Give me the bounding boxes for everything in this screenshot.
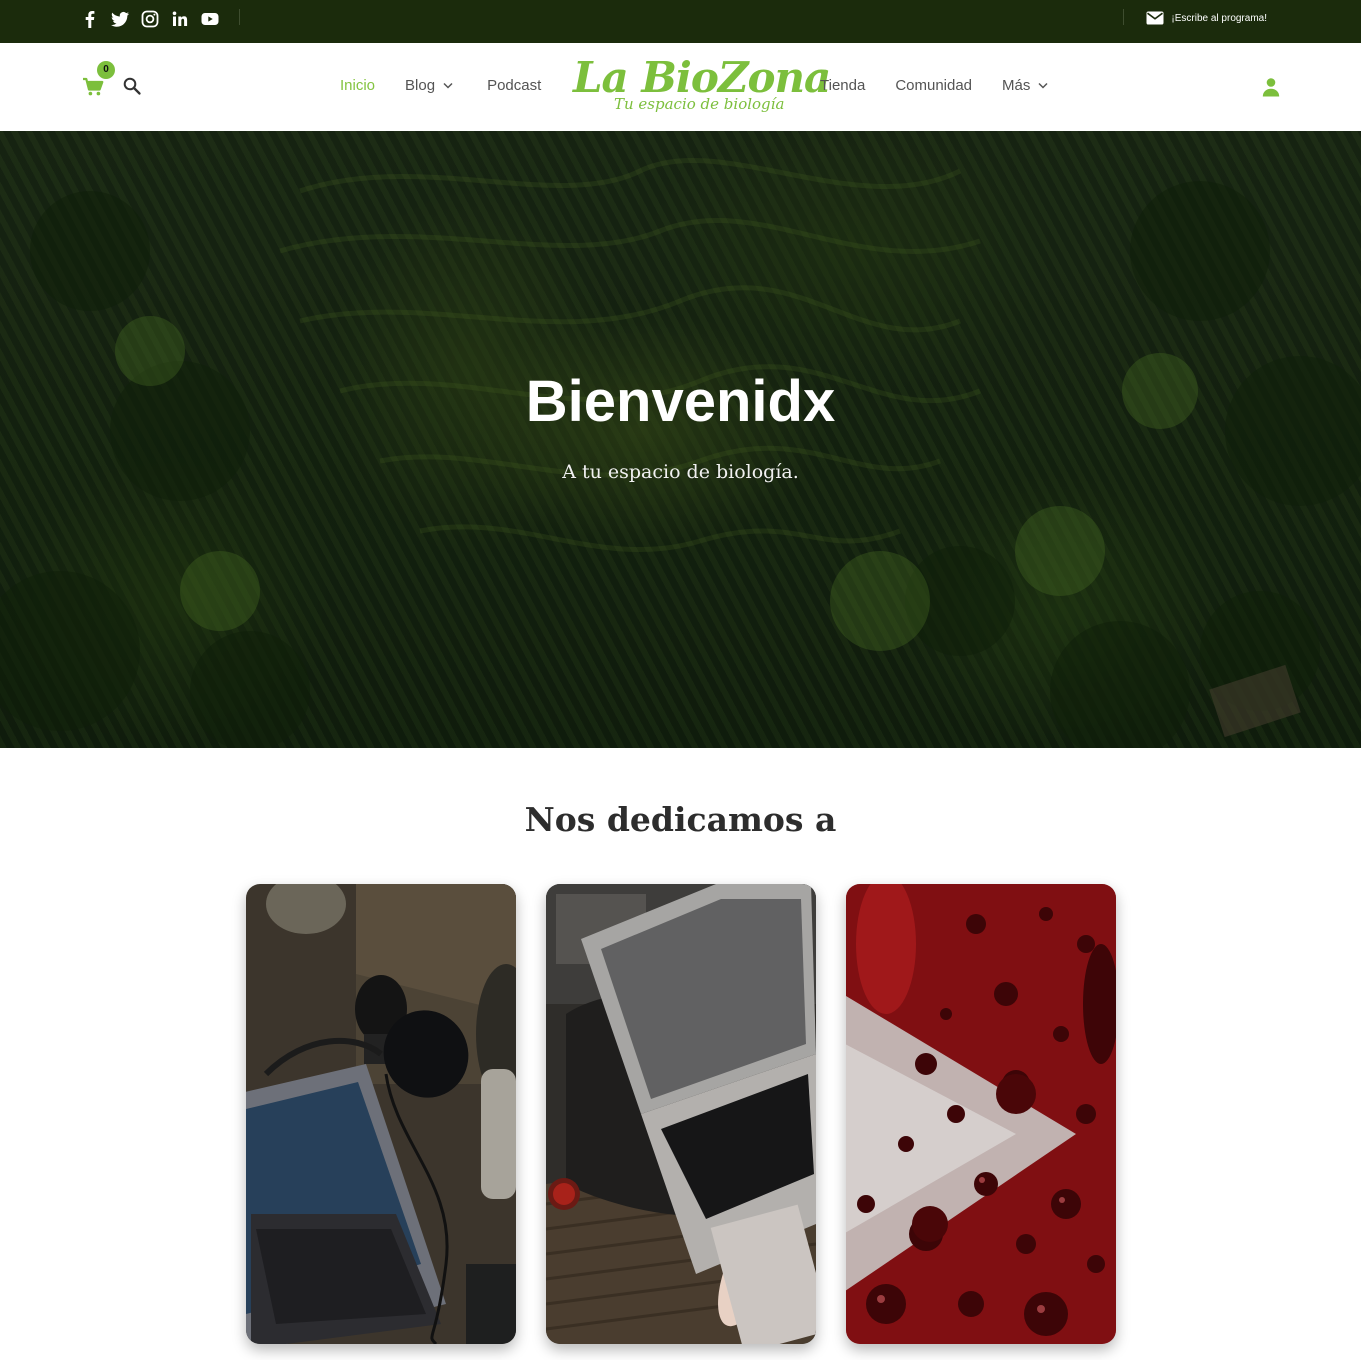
account-button[interactable] xyxy=(1262,77,1280,97)
section-title: Nos dedicamos a xyxy=(524,800,837,839)
user-icon xyxy=(1262,77,1280,97)
nav-item-label: Comunidad xyxy=(895,77,973,94)
nav-item-mas[interactable]: Más xyxy=(1002,77,1048,94)
top-bar-divider xyxy=(1123,9,1124,25)
site-logo[interactable]: La BioZona Tu espacio de biología xyxy=(570,53,831,119)
nav-item-label: Blog xyxy=(405,77,436,94)
linkedin-icon[interactable] xyxy=(170,9,190,29)
logo-tagline: Tu espacio de biología xyxy=(614,95,785,113)
youtube-logo-water-drops-photo xyxy=(846,884,1116,1344)
card-youtube[interactable] xyxy=(846,884,1116,1344)
card-blog[interactable] xyxy=(546,884,816,1344)
main-nav-right: Tienda Comunidad Más xyxy=(820,77,1048,94)
hero-overlay xyxy=(0,131,1361,748)
podcast-microphone-laptop-photo xyxy=(246,884,516,1344)
nav-item-label: Inicio xyxy=(340,77,376,94)
nav-item-tienda[interactable]: Tienda xyxy=(820,77,865,94)
nav-item-inicio[interactable]: Inicio xyxy=(340,77,375,94)
top-bar: ¡Escribe al programa! xyxy=(0,0,1361,43)
main-nav-left: Inicio Blog Podcast xyxy=(340,77,541,94)
write-to-program-link[interactable]: ¡Escribe al programa! xyxy=(1146,10,1267,26)
facebook-icon[interactable] xyxy=(80,9,100,29)
contact-label: ¡Escribe al programa! xyxy=(1171,12,1267,24)
nav-item-label: Más xyxy=(1002,77,1031,94)
social-links xyxy=(80,8,220,30)
chevron-down-icon xyxy=(1038,82,1048,89)
search-icon xyxy=(122,76,142,96)
cart-icon xyxy=(82,77,104,97)
laptop-typing-photo xyxy=(546,884,816,1344)
instagram-icon[interactable] xyxy=(140,9,160,29)
youtube-icon[interactable] xyxy=(200,9,220,29)
nav-item-comunidad[interactable]: Comunidad xyxy=(895,77,972,94)
site-header: 0 Inicio Blog Podcast La BioZona Tu espa… xyxy=(0,43,1361,131)
chevron-down-icon xyxy=(443,82,453,89)
hero-subtitle: A tu espacio de biología. xyxy=(562,461,799,483)
hero-banner: Bienvenidx A tu espacio de biología. xyxy=(0,131,1361,748)
nav-item-podcast[interactable]: Podcast xyxy=(487,77,541,94)
top-bar-divider xyxy=(239,9,240,25)
cart-button[interactable]: 0 xyxy=(82,61,115,97)
envelope-icon xyxy=(1146,10,1164,26)
nav-item-label: Podcast xyxy=(487,77,542,94)
search-button[interactable] xyxy=(122,76,142,96)
cart-count-badge: 0 xyxy=(97,61,115,79)
twitter-icon[interactable] xyxy=(110,9,130,29)
hero-title: Bienvenidx xyxy=(525,369,836,434)
nav-item-blog[interactable]: Blog xyxy=(405,77,453,94)
nav-item-label: Tienda xyxy=(820,77,866,94)
card-podcast[interactable] xyxy=(246,884,516,1344)
